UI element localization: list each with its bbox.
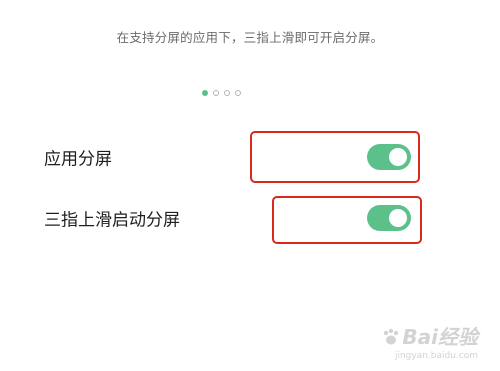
watermark-logo-text: Bai经验 xyxy=(402,325,478,349)
watermark-url: jingyan.baidu.com xyxy=(394,351,478,361)
page-dot-1 xyxy=(202,90,208,96)
page-dot-3 xyxy=(224,90,230,96)
split-screen-hint: 在支持分屏的应用下，三指上滑即可开启分屏。 xyxy=(116,30,384,45)
setting-label-app-split-screen: 应用分屏 xyxy=(44,149,112,170)
page-dot-4 xyxy=(235,90,241,96)
baidu-jingyan-watermark: Bai经验 jingyan.baidu.com xyxy=(382,321,478,361)
setting-row-three-finger-swipe: 三指上滑启动分屏 xyxy=(0,198,500,238)
highlight-box-three-finger-swipe xyxy=(272,196,422,244)
setting-label-three-finger-swipe: 三指上滑启动分屏 xyxy=(44,210,180,231)
page-indicator xyxy=(202,90,241,96)
watermark-logo: Bai经验 xyxy=(382,321,478,350)
highlight-box-app-split-screen xyxy=(250,131,420,183)
paw-icon xyxy=(382,327,400,345)
page-dot-2 xyxy=(213,90,219,96)
